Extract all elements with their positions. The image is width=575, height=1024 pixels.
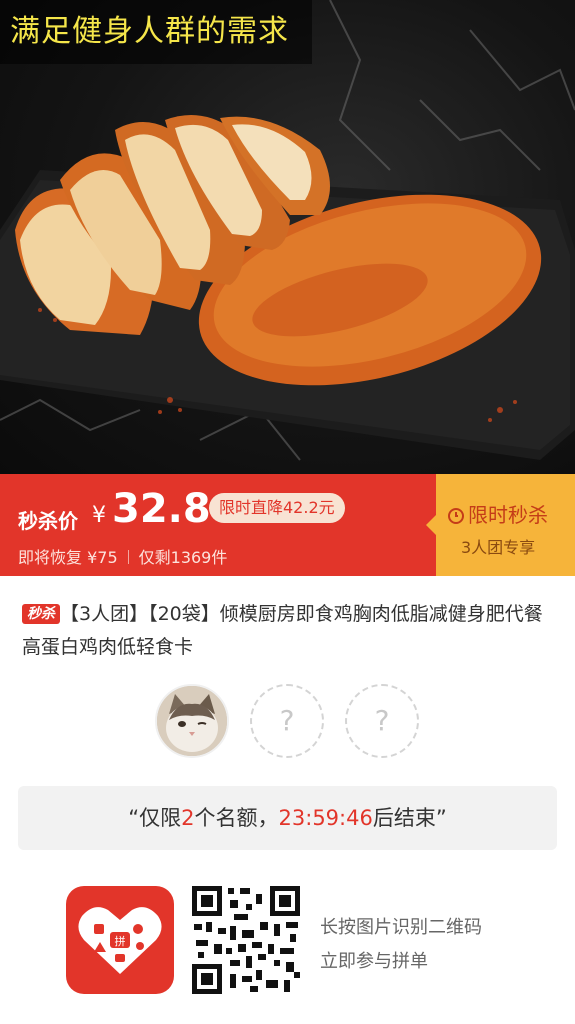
product-title: 秒杀 【3人团】【20袋】倾模厨房即食鸡胸肉低脂减健身肥代餐高蛋白鸡肉低轻食卡 [22, 598, 557, 664]
scan-line-1: 长按图片识别二维码 [320, 917, 482, 938]
scan-line-2: 立即参与拼单 [320, 951, 428, 972]
flash-title-text: 限时秒杀 [468, 503, 548, 527]
clock-icon [448, 508, 464, 524]
flash-arrow [426, 515, 436, 535]
empty-slot: ? [250, 684, 324, 758]
empty-slot: ? [345, 684, 419, 758]
divider [127, 550, 129, 564]
remaining-stock: 仅剩1369件 [138, 548, 228, 567]
group-members: ? ? [0, 684, 575, 764]
svg-text:拼: 拼 [115, 934, 126, 948]
notice-prefix: “仅限 [128, 806, 182, 830]
chicken-breast-photo [0, 0, 575, 461]
group-exclusive-label: 3人团专享 [461, 538, 536, 557]
notice-middle: 个名额， [194, 806, 279, 830]
price-panel: 秒杀价 ¥ 32.8 限时直降42.2元 即将恢复 ¥75 仅剩1369件 [0, 474, 436, 576]
price-label: 秒杀价 [18, 509, 78, 533]
member-avatar [155, 684, 229, 758]
flash-title: 限时秒杀 [448, 499, 548, 528]
qr-code[interactable] [190, 884, 302, 996]
flash-sale-tag: 秒杀 [22, 604, 60, 624]
flash-price: 32.8 [112, 486, 211, 532]
restore-row: 即将恢复 ¥75 仅剩1369件 [18, 544, 227, 568]
scan-instructions: 长按图片识别二维码 立即参与拼单 [320, 911, 482, 979]
qr-code-icon [190, 884, 302, 996]
discount-badge: 限时直降42.2元 [209, 493, 345, 523]
countdown-notice: “仅限2个名额，23:59:46后结束” [18, 786, 557, 850]
notice-suffix: 后结束” [372, 806, 447, 830]
currency-symbol: ¥ [92, 503, 106, 528]
product-hero-image: 满足健身人群的需求 [0, 0, 575, 474]
app-logo-icon: 拼 [78, 907, 162, 974]
pinduoduo-logo: 拼 [66, 886, 174, 994]
product-title-text: 【3人团】【20袋】倾模厨房即食鸡胸肉低脂减健身肥代餐高蛋白鸡肉低轻食卡 [22, 603, 543, 658]
countdown-timer: 23:59:46 [278, 806, 373, 830]
price-band: 秒杀价 ¥ 32.8 限时直降42.2元 即将恢复 ¥75 仅剩1369件 限时秒… [0, 474, 575, 576]
flash-sale-box: 限时秒杀 3人团专享 [426, 474, 575, 576]
hero-caption: 满足健身人群的需求 [0, 0, 312, 64]
slot-count: 2 [181, 806, 195, 830]
cat-avatar-icon [157, 686, 227, 756]
restore-price: 即将恢复 ¥75 [18, 548, 118, 567]
